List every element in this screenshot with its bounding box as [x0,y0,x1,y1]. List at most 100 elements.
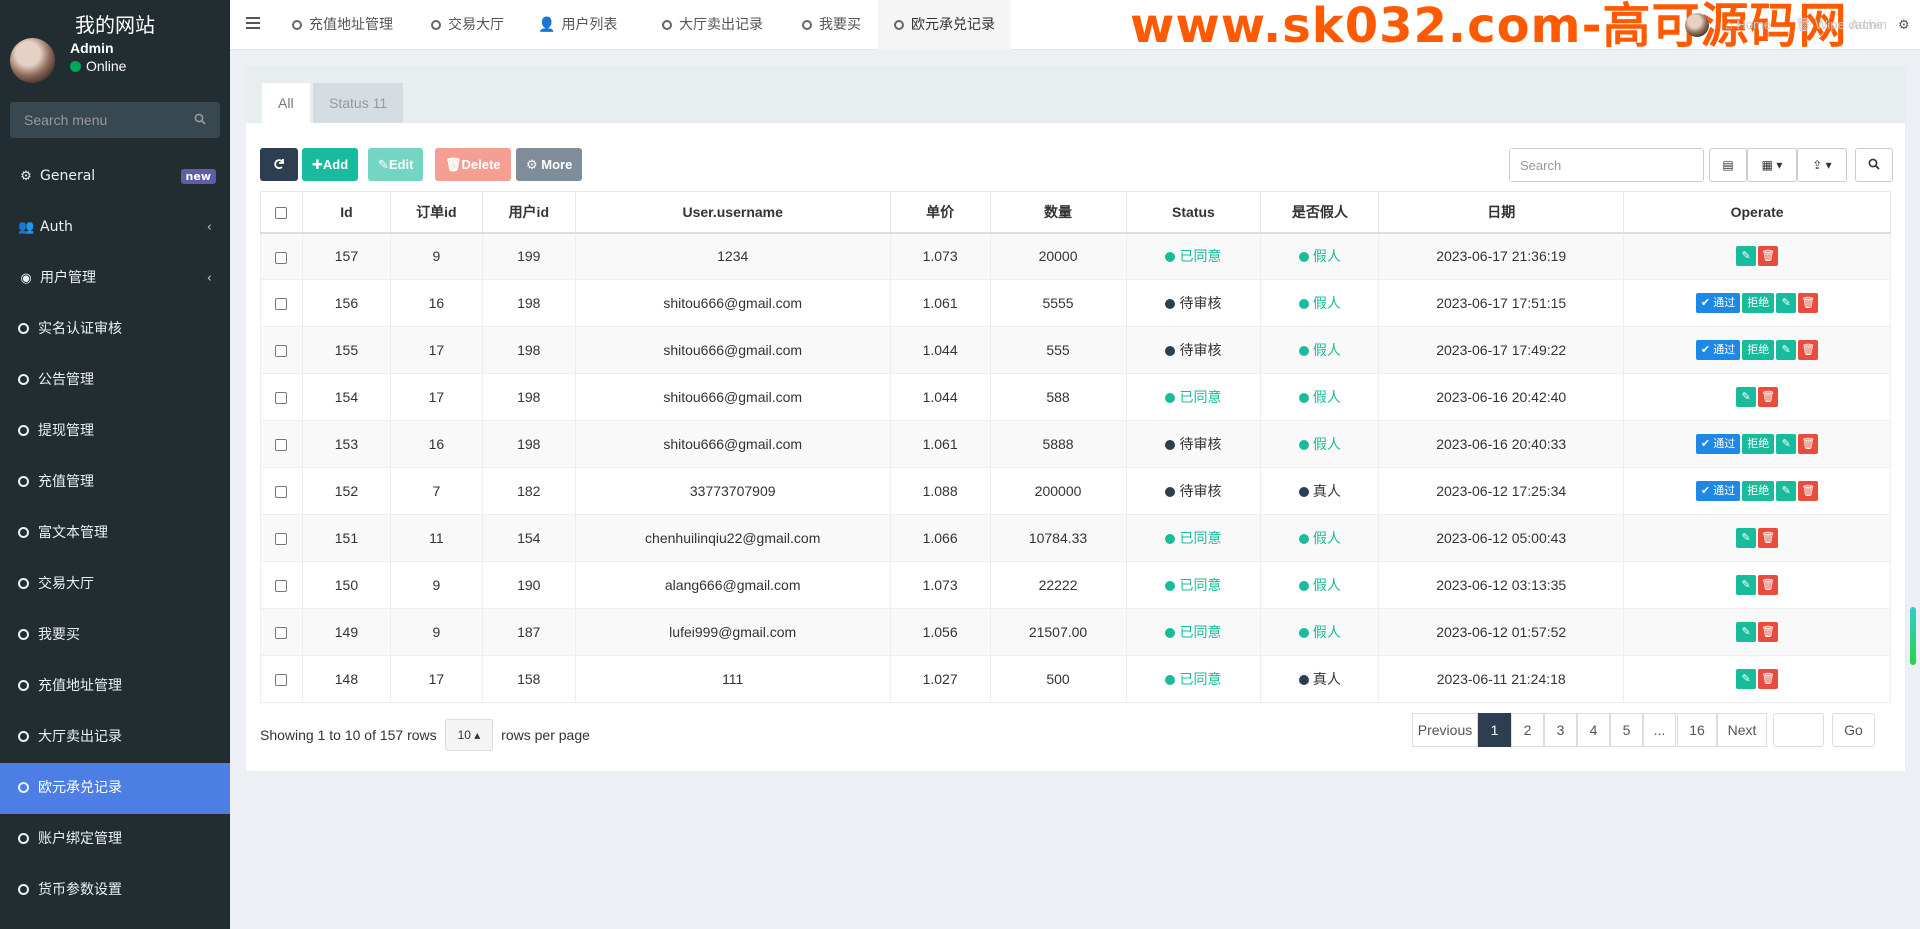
top-tab-1[interactable]: 交易大厅 [415,0,520,50]
table-row[interactable]: 156 16 198 shitou666@gmail.com 1.061 5555 待审核假… [260,279,1891,327]
sidebar-item-13[interactable]: 账户绑定管理 [0,814,230,865]
home-link[interactable]: ⌂ Home [1725,0,1771,50]
row-checkbox[interactable] [275,533,288,546]
next-button[interactable]: Next [1717,713,1767,747]
cell-fake[interactable]: 假人 [1260,514,1380,562]
row-delete-button[interactable]: 🗑 [1758,575,1779,595]
top-tab-4[interactable]: 我要买 [786,0,877,50]
sidebar-item-6[interactable]: 充值管理 [0,457,230,508]
edit-button[interactable]: ✎Edit [368,148,424,181]
top-tab-3[interactable]: 大厅卖出记录 [646,0,779,50]
top-tab-0[interactable]: 充值地址管理 [276,0,409,50]
table-row[interactable]: 152 7 182 33773707909 1.088 200000 待审核 真人 2023-0… [260,467,1891,515]
sidebar-item-9[interactable]: 我要买 [0,610,230,661]
row-delete-button[interactable]: 🗑 [1758,528,1779,548]
page-16[interactable]: 16 [1677,713,1717,747]
row-edit-button[interactable]: ✎ [1736,528,1757,548]
table-row[interactable]: 157 9 199 1234 1.073 20000 已同意 假人 2023-06-17 21:… [260,232,1891,280]
refresh-button[interactable] [260,148,298,181]
go-button[interactable]: Go [1832,713,1875,747]
row-delete-button[interactable]: 🗑 [1758,622,1779,642]
cell-fake[interactable]: 假人 [1260,561,1380,609]
page-2[interactable]: 2 [1511,713,1544,747]
tab-status[interactable]: Status 11 [313,83,404,123]
col-date[interactable]: 日期 [1378,191,1625,234]
table-row[interactable]: 155 17 198 shitou666@gmail.com 1.044 555 待审核 假人… [260,326,1891,374]
row-delete-button[interactable]: 🗑 [1798,340,1819,360]
page-jump-input[interactable] [1773,713,1824,747]
sidebar-item-14[interactable]: 货币参数设置 [0,865,230,916]
row-edit-button[interactable]: ✎ [1776,340,1797,360]
row-edit-button[interactable]: ✎ [1736,575,1757,595]
cell-status[interactable]: 已同意 [1125,232,1262,280]
row-delete-button[interactable]: 🗑 [1758,669,1779,689]
approve-button[interactable]: ✔ 通过 [1695,481,1741,501]
row-delete-button[interactable]: 🗑 [1798,481,1819,501]
cell-status[interactable]: 已同意 [1125,655,1262,703]
sidebar-item-7[interactable]: 富文本管理 [0,508,230,559]
sidebar-item-5[interactable]: 提现管理 [0,406,230,457]
export-button[interactable]: ⇪ ▾ [1797,148,1847,182]
table-search-input[interactable] [1510,149,1703,181]
row-delete-button[interactable]: 🗑 [1798,434,1819,454]
row-checkbox[interactable] [275,251,288,264]
reject-button[interactable]: 拒绝 [1742,340,1775,360]
col-status[interactable]: Status [1125,191,1262,234]
approve-button[interactable]: ✔ 通过 [1695,293,1741,313]
table-row[interactable]: 149 9 187 lufei999@gmail.com 1.056 21507.00 已同… [260,608,1891,656]
add-button[interactable]: ✚Add [302,148,359,181]
delete-button[interactable]: 🗑Delete [435,148,511,181]
sidebar-item-0[interactable]: ⚙ General new [0,151,230,202]
cell-fake[interactable]: 假人 [1260,373,1380,421]
sidebar-item-1[interactable]: 👥 Auth ‹ [0,202,230,253]
row-checkbox[interactable] [275,298,288,311]
table-row[interactable]: 148 17 158 111 1.027 500 已同意 真人 2023-06-11 21:24… [260,655,1891,703]
approve-button[interactable]: ✔ 通过 [1695,340,1741,360]
table-row[interactable]: 154 17 198 shitou666@gmail.com 1.044 588 已同意 假人… [260,373,1891,421]
row-checkbox[interactable] [275,486,288,499]
tab-all[interactable]: All [262,83,310,123]
search-icon[interactable] [194,113,206,125]
reject-button[interactable]: 拒绝 [1742,481,1775,501]
settings-icon[interactable]: ⚙ [1898,0,1910,50]
row-edit-button[interactable]: ✎ [1776,293,1797,313]
col-fake[interactable]: 是否假人 [1260,191,1380,234]
top-tab-5[interactable]: 欧元承兑记录 [878,0,1011,50]
sidebar-item-3[interactable]: 实名认证审核 [0,304,230,355]
row-edit-button[interactable]: ✎ [1776,481,1797,501]
page-4[interactable]: 4 [1577,713,1610,747]
cell-status[interactable]: 待审核 [1125,467,1262,515]
sidebar-item-8[interactable]: 交易大厅 [0,559,230,610]
cell-fake[interactable]: 真人 [1260,467,1380,515]
cell-fake[interactable]: 假人 [1260,608,1380,656]
row-checkbox[interactable] [275,345,288,358]
admin-menu[interactable]: Admin [1850,0,1887,50]
scrollbar[interactable] [1910,607,1916,665]
columns-button[interactable]: ▦ ▾ [1747,148,1797,182]
admin-avatar[interactable] [1685,13,1709,37]
table-row[interactable]: 151 11 154 chenhuilinqiu22@gmail.com 1.066 10… [260,514,1891,562]
menu-search-input[interactable] [10,102,220,138]
sidebar-item-4[interactable]: 公告管理 [0,355,230,406]
cell-fake[interactable]: 假人 [1260,279,1380,327]
col-username[interactable]: User.username [574,191,891,234]
page-3[interactable]: 3 [1544,713,1577,747]
row-delete-button[interactable]: 🗑 [1798,293,1819,313]
row-edit-button[interactable]: ✎ [1736,669,1757,689]
cell-status[interactable]: 已同意 [1125,561,1262,609]
cell-fake[interactable]: 假人 [1260,326,1380,374]
row-edit-button[interactable]: ✎ [1776,434,1797,454]
row-edit-button[interactable]: ✎ [1736,387,1757,407]
cell-status[interactable]: 待审核 [1125,279,1262,327]
row-delete-button[interactable]: 🗑 [1758,246,1779,267]
col-id[interactable]: Id [301,191,391,234]
previous-button[interactable]: Previous [1412,713,1478,747]
table-row[interactable]: 153 16 198 shitou666@gmail.com 1.061 5888 待审核假… [260,420,1891,468]
row-delete-button[interactable]: 🗑 [1758,387,1779,407]
table-row[interactable]: 150 9 190 alang666@gmail.com 1.073 22222 已同意 假人… [260,561,1891,609]
page-1[interactable]: 1 [1478,713,1511,747]
row-checkbox[interactable] [275,392,288,405]
col-order-id[interactable]: 订单id [389,191,483,234]
cell-status[interactable]: 已同意 [1125,373,1262,421]
reject-button[interactable]: 拒绝 [1742,434,1775,454]
